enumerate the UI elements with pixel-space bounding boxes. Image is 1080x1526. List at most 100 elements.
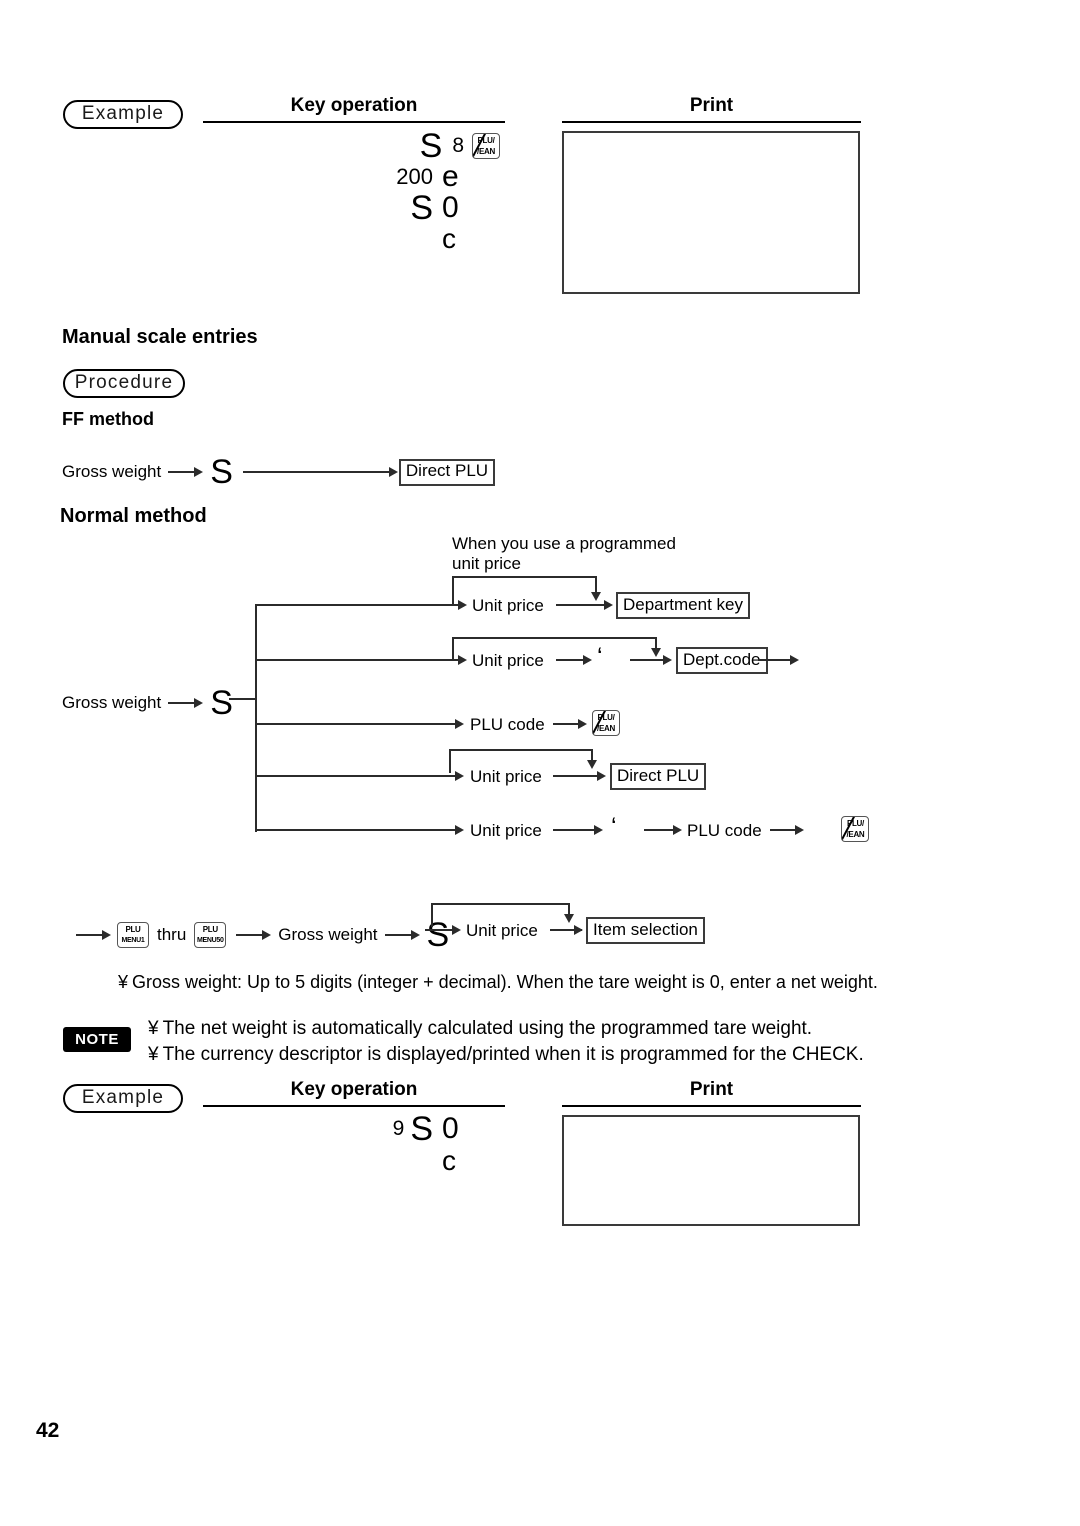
menu-flow-arrow-1 (236, 930, 272, 940)
branch1-bypass-hline (452, 576, 597, 578)
key-operation-header-bottom: Key operation (203, 1079, 505, 1107)
branch2-bypass-hline (452, 637, 657, 639)
print-rule-top (562, 121, 861, 123)
plu-ean-key-bottom: /EAN (846, 830, 865, 839)
key-operation-stack-bottom: 9 S 0 c (300, 1112, 500, 1176)
footnote-text: Gross weight: Up to 5 digits (integer + … (132, 972, 878, 992)
key-operation-line-2: 200 e (300, 162, 500, 192)
branch1-bypass-arrow (591, 592, 601, 601)
branch1-hline (255, 604, 458, 606)
branch5-arrow4 (795, 825, 804, 835)
section-title-manual-scale-entries: Manual scale entries (62, 326, 258, 348)
branch2-arrow2 (583, 655, 592, 665)
print-header-top: Print (562, 95, 861, 123)
scale-glyph: S (419, 127, 443, 165)
branch5-hline3 (644, 829, 676, 831)
ff-node-direct-plu: Direct PLU (398, 458, 496, 486)
ff-scale-glyph: S (210, 453, 233, 491)
print-header-top-label: Print (689, 95, 734, 116)
branch5-arrow2 (594, 825, 603, 835)
ff-method-title: FF method (62, 409, 154, 429)
key-operation-bottom-scale-glyph: S (410, 1110, 433, 1148)
note-bullet-1: ¥ (148, 1018, 159, 1039)
manual-page: Example Key operation Print S 8 PLU/ /EA… (0, 0, 1080, 1526)
key-operation-header-top-label: Key operation (290, 95, 418, 116)
note-text-2: The currency descriptor is displayed/pri… (162, 1044, 864, 1065)
key-operation-bottom-line-1: 9 S 0 (300, 1112, 500, 1146)
branch4-bypass-hline (449, 749, 593, 751)
branch2-hline (255, 659, 458, 661)
branch5-hline (255, 829, 455, 831)
example-tag-top-label: Example (81, 102, 165, 124)
branch1-unit-price-label: Unit price (472, 596, 544, 615)
branch5-hline2 (553, 829, 597, 831)
branch3-hline (255, 723, 455, 725)
print-rule-bottom (562, 1105, 861, 1107)
menu-flow-row: PLU MENU1 thru PLU MENU50 Gross weight S (76, 918, 449, 952)
menu-flow-unit-price-label: Unit price (466, 921, 538, 940)
procedure-tag-label: Procedure (74, 371, 174, 393)
branch4-bypass-arrow (587, 760, 597, 769)
key-operation-bottom-digit: 9 (392, 1117, 405, 1140)
branch4-node-direct-plu: Direct PLU (610, 763, 707, 790)
example-tag-bottom: Example (63, 1084, 183, 1113)
branch2-bypass-arrow (651, 648, 661, 657)
menu-flow-arrow-2 (384, 930, 420, 940)
print-header-bottom: Print (562, 1079, 861, 1107)
normal-trunk-stub (229, 698, 257, 700)
key-operation-amount: 200 (396, 164, 433, 189)
branch4-unit-price-label: Unit price (470, 767, 542, 786)
branch2-bypass-vline-left (452, 637, 454, 660)
menu-flow-node-item-selection: Item selection (586, 917, 705, 944)
key-operation-line-4: c (300, 224, 500, 254)
branch1-hline2 (556, 604, 610, 606)
procedure-tag: Procedure (63, 369, 185, 398)
note-line-2: ¥ The currency descriptor is displayed/pr… (148, 1043, 864, 1068)
menu-flow-bypass-hline (431, 903, 570, 905)
key-operation-stack-top: S 8 PLU/ /EAN 200 e S 0 c (300, 127, 500, 254)
menu-flow-arrow-3 (452, 925, 461, 935)
page-number: 42 (36, 1419, 60, 1442)
menu-flow-thru-label: thru (157, 925, 187, 945)
plu-ean-key-top: PLU/ (477, 136, 495, 145)
example-tag-top: Example (63, 100, 183, 129)
note-badge: NOTE (63, 1027, 131, 1052)
footnote-bullet: ¥ (118, 972, 129, 992)
scale-glyph-2: S (410, 189, 433, 227)
branch4-bypass-vline-left (449, 749, 451, 773)
plu-menu50-key-icon: PLU MENU50 (194, 922, 227, 948)
key-operation-char-c: c (442, 223, 456, 254)
normal-gross-weight-group: Gross weight S (62, 686, 233, 720)
normal-scale-glyph: S (210, 684, 233, 722)
menu-flow-bypass-vline-left (431, 903, 433, 927)
note-badge-label: NOTE (75, 1031, 119, 1048)
plu-ean-key-bottom: /EAN (477, 147, 495, 156)
menu-flow-arrow-4 (574, 925, 583, 935)
branch5-plu-ean-key-icon: PLU/ /EAN (841, 816, 870, 842)
branch5-arrow (455, 825, 464, 835)
branch2-node-dept-code: Dept.code (676, 647, 768, 674)
key-operation-rule-top (203, 121, 505, 123)
plu-ean-key-bottom: /EAN (597, 724, 615, 733)
plu-ean-key-top: PLU/ (846, 819, 864, 828)
normal-gross-weight-label: Gross weight (62, 693, 162, 713)
branch1-arrow2 (604, 600, 613, 610)
ff-arrow-1 (168, 467, 204, 477)
branch4-hline (255, 775, 455, 777)
branch2-arrow3 (663, 655, 672, 665)
note-bullet-2: ¥ (148, 1044, 159, 1065)
branch4-arrow2 (597, 771, 606, 781)
normal-arrow-1 (168, 698, 204, 708)
note-line-1: ¥ The net weight is automatically calcula… (148, 1017, 812, 1042)
branch2-separator: ‘ (597, 643, 603, 671)
key-operation-bottom-char-0: 0 (442, 1112, 459, 1145)
plu-menu1-key-top: PLU (125, 925, 141, 934)
menu-flow-hline-1 (425, 929, 455, 931)
menu-flow-scale-glyph: S (426, 916, 450, 954)
ff-method-flow: Gross weight S Direct PLU (62, 453, 496, 491)
branch2-hline2 (556, 659, 586, 661)
branch5-plu-code-label: PLU code (687, 821, 762, 840)
plu-menu1-key-icon: PLU MENU1 (117, 922, 149, 948)
branch3-plu-ean-key-icon: PLU/ /EAN (592, 710, 620, 736)
menu-flow-bypass-arrow (564, 914, 574, 923)
